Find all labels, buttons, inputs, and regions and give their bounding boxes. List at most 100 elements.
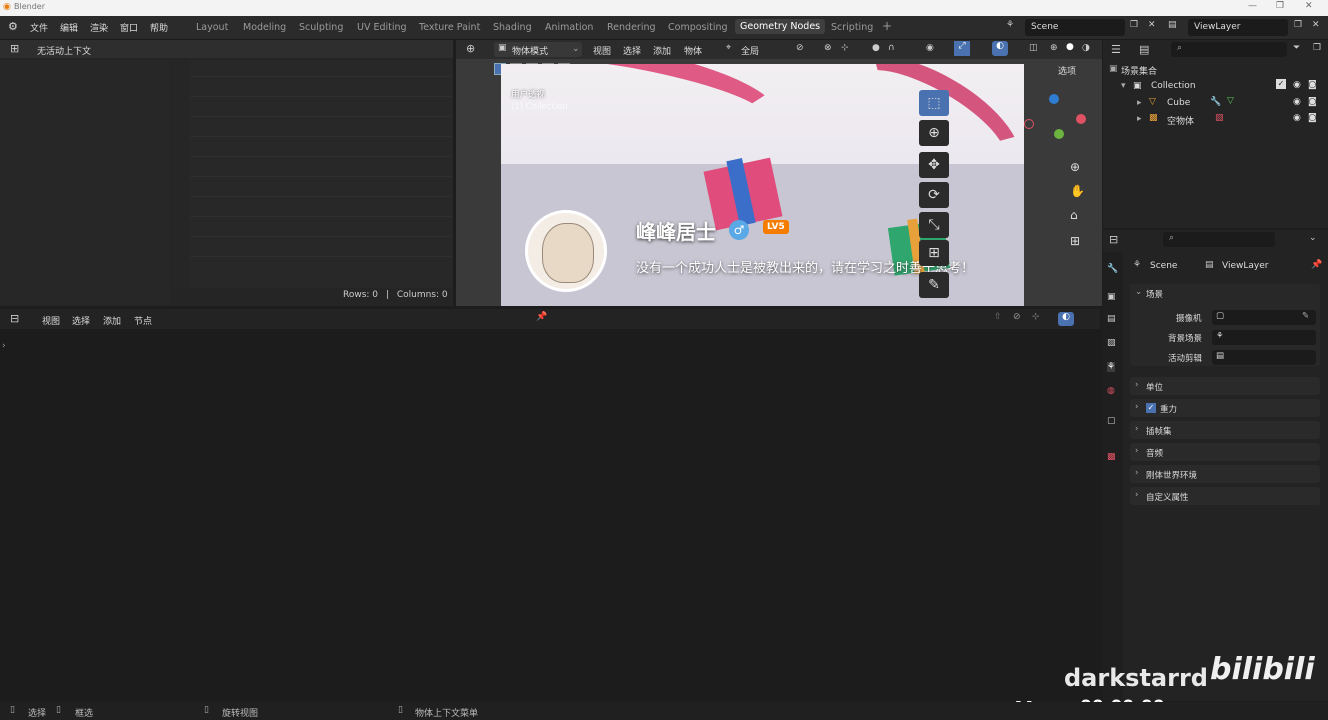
snap-target-icon[interactable]: ⊹ [841,43,849,53]
delete-scene-icon[interactable]: ✕ [1148,20,1156,30]
axis-x-icon[interactable] [1076,114,1086,124]
tab-sculpting[interactable]: Sculpting [299,22,343,33]
node-menu-view[interactable]: 视图 [42,314,60,327]
outliner-item-cube[interactable]: Cube [1167,98,1190,108]
outliner-search[interactable]: ⌕ [1171,42,1287,57]
chevron-down-icon[interactable]: ▾ [1121,81,1126,91]
section-audio[interactable]: › 音频 [1130,443,1320,461]
pin-icon[interactable]: 📌 [536,312,547,322]
scene-tab-icon[interactable]: ⚘ [1107,362,1116,372]
collection-checkbox[interactable]: ✓ [1276,79,1286,89]
pan-icon[interactable]: ✋ [1070,184,1085,198]
tab-animation[interactable]: Animation [545,22,593,33]
menu-help[interactable]: 帮助 [150,21,168,34]
geometry-node-editor[interactable]: ⊟ 视图 选择 添加 节点 📌 ⇧ ⊘ ⊹ ◐ › [0,309,1100,701]
falloff-icon[interactable]: ∩ [888,43,895,53]
background-scene-field[interactable]: ⚘ [1212,330,1316,345]
tab-uv-editing[interactable]: UV Editing [357,22,407,33]
menu-edit[interactable]: 编辑 [60,21,78,34]
section-units[interactable]: › 单位 [1130,377,1320,395]
maximize-button[interactable]: ❐ [1276,1,1284,11]
camera-icon[interactable]: ◙ [1308,80,1317,90]
gravity-checkbox[interactable]: ✓ [1146,403,1156,413]
render-tab-icon[interactable]: ▣ [1107,292,1116,302]
viewport-menu-add[interactable]: 添加 [653,44,671,57]
menu-window[interactable]: 窗口 [120,21,138,34]
world-tab-icon[interactable]: ◍ [1107,386,1115,396]
section-rigid-body[interactable]: › 刚体世界环境 [1130,465,1320,483]
minimize-button[interactable]: — [1248,1,1257,11]
wireframe-shading-icon[interactable]: ⊕ [1050,43,1058,53]
tab-rendering[interactable]: Rendering [607,22,656,33]
texture-tab-icon[interactable]: ▩ [1107,452,1116,462]
eye-icon[interactable]: ◉ [1293,97,1301,107]
mode-selector[interactable]: ▣ 物体模式 ⌄ [494,42,582,57]
pivot-icon[interactable]: ⊘ [796,43,804,53]
transform-orientation[interactable]: 全局 [741,44,759,57]
eyedropper-icon[interactable]: ✎ [1302,311,1309,321]
tab-scripting[interactable]: Scripting [831,22,873,33]
section-scene[interactable]: ⌄ 场景 摄像机 ▢ ✎ 背景场景 ⚘ 活动剪辑 ▤ [1130,284,1320,366]
solid-shading-icon[interactable]: ● [1066,42,1074,52]
chevron-down-icon[interactable]: ⌄ [1309,233,1317,243]
viewport-menu-select[interactable]: 选择 [623,44,641,57]
tab-geometry-nodes[interactable]: Geometry Nodes [735,19,826,34]
new-scene-icon[interactable]: ❐ [1130,20,1138,30]
tab-modeling[interactable]: Modeling [243,22,286,33]
visibility-icon[interactable]: ◉ [926,43,934,53]
add-workspace-icon[interactable]: + [882,19,892,33]
tool-tab-icon[interactable]: 🔧 [1107,264,1118,274]
editor-type-icon[interactable]: ⊟ [1109,233,1118,246]
select-tool-icon[interactable]: ⬚ [919,90,949,116]
camera-field[interactable]: ▢ ✎ [1212,310,1316,325]
axis-neg-x-icon[interactable] [1024,119,1034,129]
node-menu-add[interactable]: 添加 [103,314,121,327]
cursor-tool-icon[interactable]: ⊕ [919,120,949,146]
eye-icon[interactable]: ◉ [1293,113,1301,123]
tab-texture-paint[interactable]: Texture Paint [419,22,480,33]
transform-tool-icon[interactable]: ⊞ [919,240,949,266]
delete-viewlayer-icon[interactable]: ✕ [1312,20,1320,30]
scene-collection-label[interactable]: 场景集合 [1121,64,1157,77]
close-button[interactable]: ✕ [1305,1,1313,11]
node-overlay-icon[interactable]: ◐ [1058,312,1074,326]
node-snap-target-icon[interactable]: ⊹ [1032,312,1040,322]
active-clip-field[interactable]: ▤ [1212,350,1316,365]
section-custom-props[interactable]: › 自定义属性 [1130,487,1320,505]
material-shading-icon[interactable]: ◑ [1082,43,1090,53]
collection-tab-icon[interactable]: ▢ [1107,416,1116,426]
camera-icon[interactable]: ◙ [1308,113,1317,123]
overlay-toggle-icon[interactable]: ◐ [992,41,1008,56]
editor-type-icon[interactable]: ☰ [1111,43,1121,56]
properties-search[interactable]: ⌕ [1163,232,1275,247]
pin-icon[interactable]: 📌 [1311,260,1322,270]
new-collection-icon[interactable]: ❐ [1313,43,1321,53]
axis-y-icon[interactable] [1054,129,1064,139]
zoom-icon[interactable]: ⊕ [1070,160,1080,174]
rotate-tool-icon[interactable]: ⟳ [919,182,949,208]
menu-file[interactable]: 文件 [30,21,48,34]
scene-selector[interactable]: Scene [1025,19,1125,36]
outliner-item-empty[interactable]: 空物体 [1167,114,1194,127]
filter-icon[interactable]: ⏷ [1293,43,1300,53]
tab-shading[interactable]: Shading [493,22,532,33]
blender-menu-icon[interactable]: ⚙ [8,20,18,33]
scale-tool-icon[interactable]: ⤡ [919,212,949,238]
display-mode-icon[interactable]: ▤ [1139,43,1149,56]
viewport-menu-view[interactable]: 视图 [593,44,611,57]
viewlayer-tab-icon[interactable]: ▧ [1107,338,1116,348]
node-menu-select[interactable]: 选择 [72,314,90,327]
editor-type-icon[interactable]: ⊞ [10,42,19,55]
eye-icon[interactable]: ◉ [1293,80,1301,90]
gizmo-toggle-icon[interactable]: ⤢ [954,41,970,56]
annotate-tool-icon[interactable]: ✎ [919,272,949,298]
new-viewlayer-icon[interactable]: ❐ [1294,20,1302,30]
perspective-icon[interactable]: ⊞ [1070,234,1080,248]
editor-type-icon[interactable]: ⊕ [466,42,475,55]
menu-render[interactable]: 渲染 [90,21,108,34]
move-tool-icon[interactable]: ✥ [919,152,949,178]
output-tab-icon[interactable]: ▤ [1107,314,1116,324]
section-gravity[interactable]: › ✓ 重力 [1130,399,1320,417]
xray-icon[interactable]: ◫ [1029,43,1038,53]
chevron-right-icon[interactable]: ▸ [1137,114,1142,124]
